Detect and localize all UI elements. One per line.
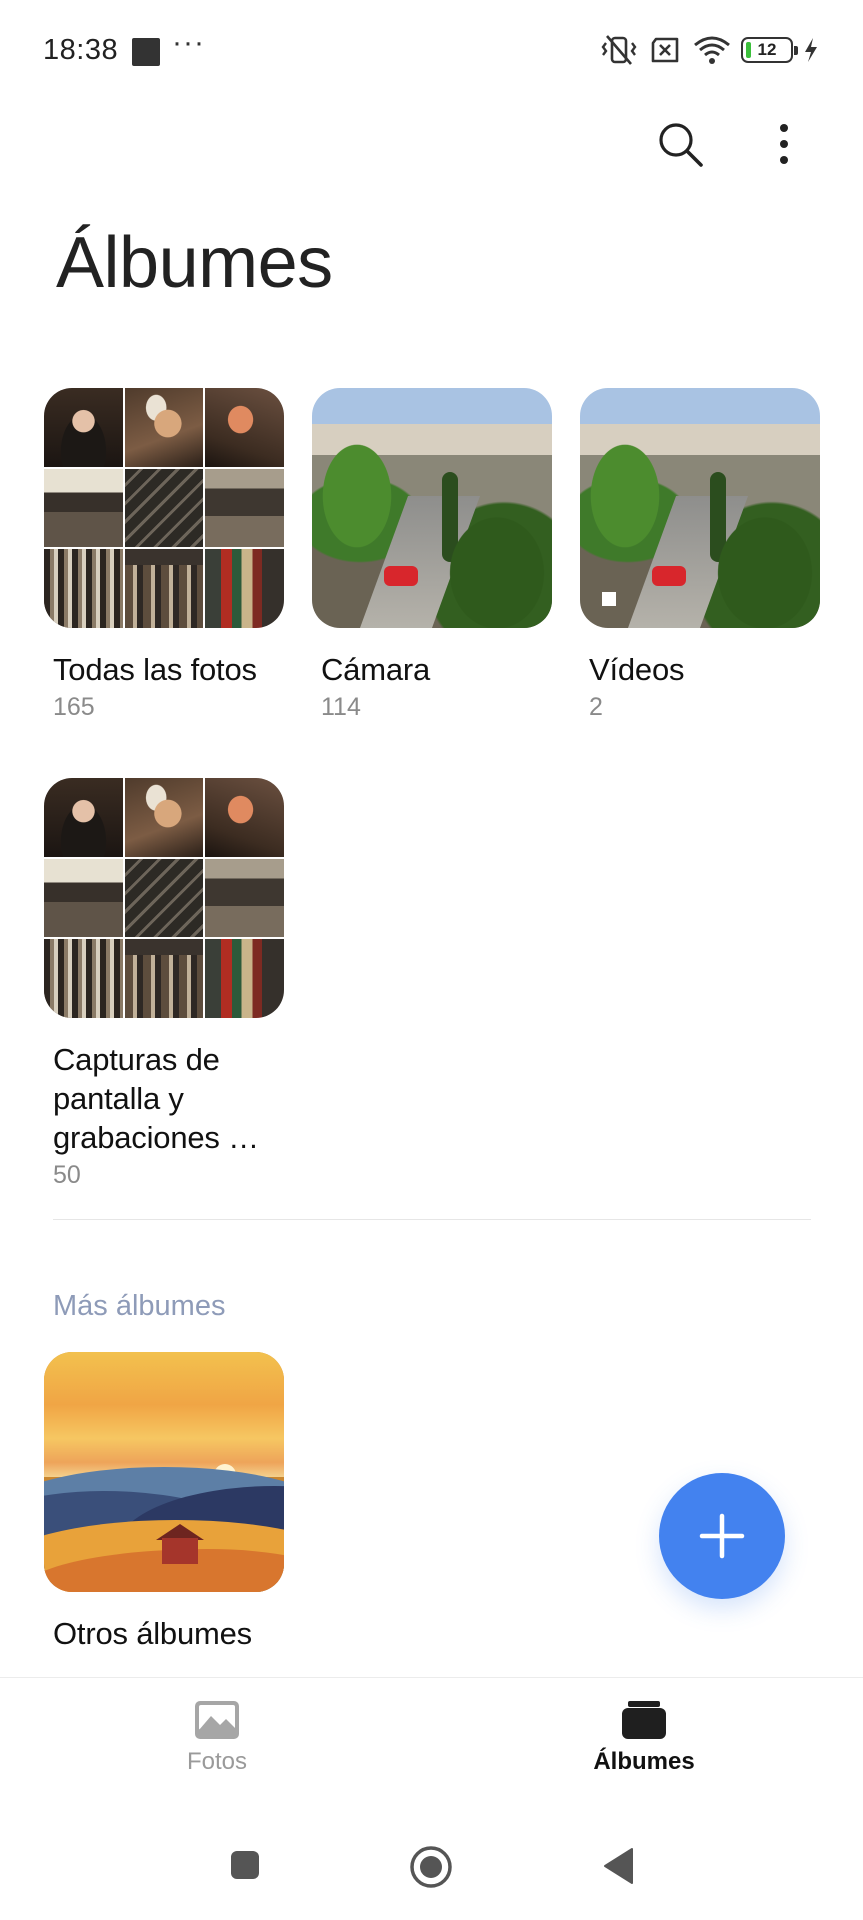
photo-tree bbox=[710, 508, 820, 628]
nav-label-photos: Fotos bbox=[186, 1748, 248, 1775]
mosaic-photo bbox=[124, 858, 204, 938]
album-count: 165 bbox=[53, 693, 95, 721]
mosaic-photo bbox=[124, 549, 204, 628]
mosaic-photo bbox=[44, 939, 123, 1018]
photo-tree bbox=[316, 436, 397, 556]
mosaic-photo bbox=[124, 388, 204, 467]
photo-car bbox=[384, 565, 418, 586]
recents-button[interactable] bbox=[229, 1849, 261, 1886]
photo-mosaic bbox=[44, 778, 284, 1018]
album-name: Capturas de pantalla y grabaciones … bbox=[53, 1042, 259, 1155]
mosaic-photo bbox=[44, 858, 123, 938]
status-icons: 12 bbox=[601, 33, 819, 67]
status-bar: 18:38 ··· 12 bbox=[0, 0, 863, 104]
battery-nub bbox=[794, 46, 798, 55]
album-thumbnail bbox=[580, 388, 820, 628]
mosaic-photo bbox=[44, 778, 123, 857]
bottom-navigation: Fotos Álbumes bbox=[0, 1677, 863, 1797]
circle-icon bbox=[410, 1846, 452, 1888]
album-thumbnail bbox=[44, 388, 284, 628]
album-icon bbox=[622, 1701, 666, 1739]
mosaic-photo bbox=[205, 778, 284, 857]
search-button[interactable] bbox=[652, 116, 708, 172]
nav-label-albums: Álbumes bbox=[593, 1748, 695, 1775]
mosaic-photo bbox=[205, 468, 284, 548]
nav-item-albums[interactable]: Álbumes bbox=[564, 1700, 724, 1776]
back-button[interactable] bbox=[602, 1847, 634, 1890]
section-divider bbox=[53, 1219, 811, 1220]
album-camera[interactable]: Cámara 114 bbox=[312, 388, 552, 722]
album-name: Cámara bbox=[321, 652, 431, 687]
album-name: Vídeos bbox=[589, 652, 685, 687]
more-notifications-icon: ··· bbox=[172, 26, 205, 59]
album-thumbnail bbox=[312, 388, 552, 628]
album-name: Todas las fotos bbox=[53, 652, 257, 687]
mosaic-photo bbox=[124, 468, 204, 548]
add-album-button[interactable] bbox=[659, 1473, 785, 1599]
wifi-icon bbox=[694, 36, 730, 64]
street-photo bbox=[580, 388, 820, 628]
square-icon bbox=[231, 1851, 259, 1879]
more-vert-icon bbox=[780, 124, 788, 164]
photo-tree bbox=[584, 436, 665, 556]
battery-level: 12 bbox=[757, 40, 777, 59]
album-screenshots[interactable]: Capturas de pantalla y grabaciones … 50 bbox=[44, 778, 284, 1190]
image-icon bbox=[195, 1701, 239, 1739]
home-button[interactable] bbox=[409, 1845, 453, 1894]
search-icon bbox=[659, 123, 703, 167]
mosaic-photo bbox=[205, 549, 284, 628]
triangle-back-icon bbox=[604, 1848, 633, 1884]
mosaic-photo bbox=[205, 858, 284, 938]
photo-tree bbox=[442, 508, 552, 628]
mosaic-photo bbox=[205, 939, 284, 1018]
album-count: 2 bbox=[589, 693, 603, 721]
photo-car bbox=[652, 565, 686, 586]
album-thumbnail bbox=[44, 778, 284, 1018]
mosaic-photo bbox=[44, 468, 123, 548]
photo-mosaic bbox=[44, 388, 284, 628]
mosaic-photo bbox=[44, 388, 123, 467]
battery-fill bbox=[746, 42, 751, 58]
album-count: 114 bbox=[321, 693, 361, 721]
nav-item-photos[interactable]: Fotos bbox=[137, 1700, 297, 1776]
mosaic-photo bbox=[124, 778, 204, 857]
album-all-photos[interactable]: Todas las fotos 165 bbox=[44, 388, 284, 722]
street-photo bbox=[312, 388, 552, 628]
album-count: 50 bbox=[53, 1161, 81, 1189]
mosaic-photo bbox=[124, 939, 204, 1018]
page-title: Álbumes bbox=[56, 223, 333, 303]
more-options-button[interactable] bbox=[756, 116, 812, 172]
video-indicator-icon bbox=[602, 592, 616, 606]
album-name: Otros álbumes bbox=[53, 1616, 252, 1651]
vibrate-off-icon bbox=[601, 35, 637, 65]
notification-square-icon bbox=[132, 38, 160, 66]
album-thumbnail bbox=[44, 1352, 284, 1592]
illustration-house bbox=[162, 1538, 198, 1564]
no-sim-icon bbox=[651, 37, 679, 63]
album-videos[interactable]: Vídeos 2 bbox=[580, 388, 820, 722]
mosaic-photo bbox=[205, 388, 284, 467]
album-other[interactable]: Otros álbumes bbox=[44, 1352, 284, 1653]
plus-icon bbox=[699, 1513, 745, 1559]
landscape-illustration bbox=[44, 1352, 284, 1592]
mosaic-photo bbox=[44, 549, 123, 628]
battery-icon: 12 bbox=[741, 37, 798, 63]
charging-icon bbox=[805, 38, 817, 62]
status-time: 18:38 bbox=[43, 34, 119, 66]
section-title-more-albums: Más álbumes bbox=[53, 1290, 226, 1322]
system-navigation bbox=[0, 1797, 863, 1920]
